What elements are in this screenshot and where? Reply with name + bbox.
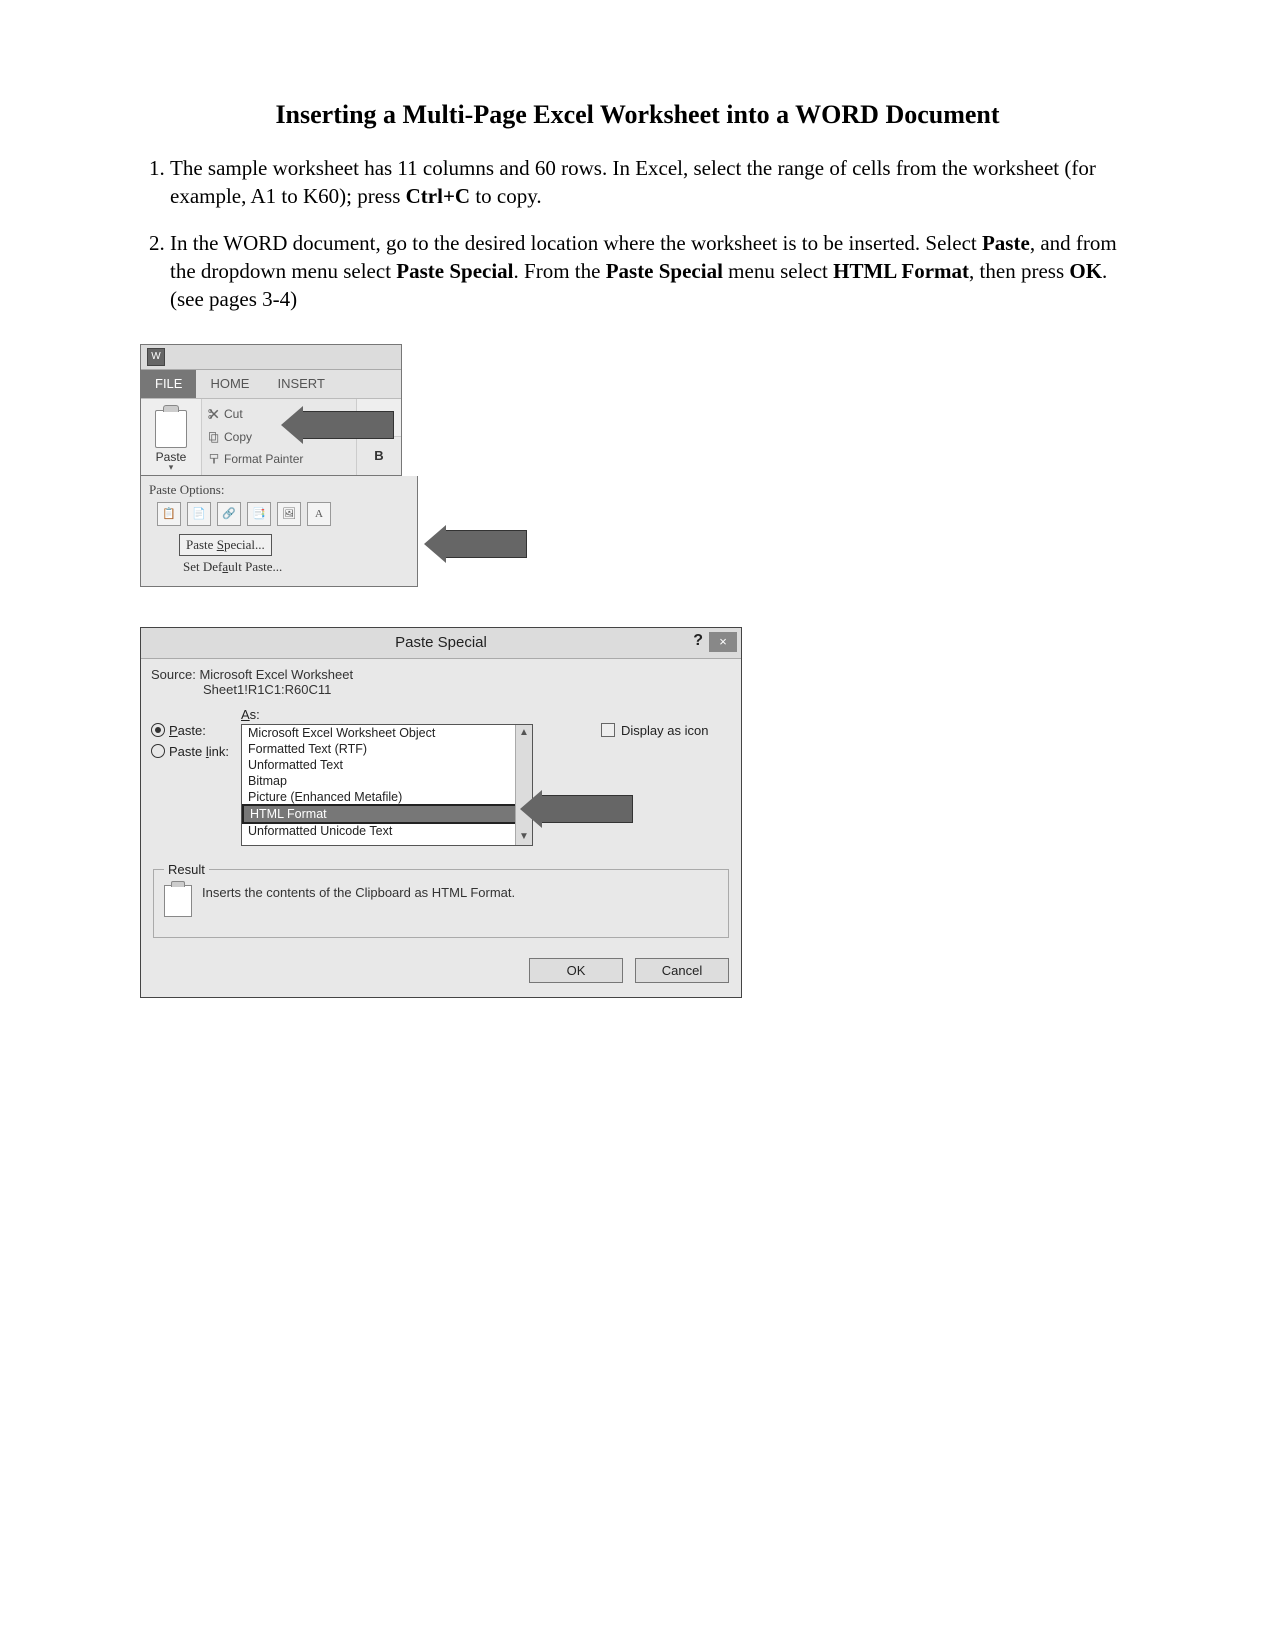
copy-icon [208,431,220,443]
source-label: Source: [151,667,196,682]
paste-icon [155,410,187,448]
paste-dropdown-arrow-icon[interactable]: ▾ [169,462,174,473]
tab-home[interactable]: HOME [196,370,263,398]
cut-label: Cut [224,407,243,421]
set-default-paste-menu-item[interactable]: Set Default Paste... [179,556,409,578]
format-painter-button[interactable]: Format Painter [208,452,350,466]
checkbox-unchecked-icon [601,723,615,737]
step-1: The sample worksheet has 11 columns and … [170,154,1145,211]
as-column: As: Microsoft Excel Worksheet Object For… [241,707,593,846]
list-item[interactable]: Bitmap [242,773,532,789]
tab-insert[interactable]: INSERT [263,370,338,398]
dialog-titlebar: Paste Special ? × [141,628,741,659]
format-listbox[interactable]: Microsoft Excel Worksheet Object Formatt… [241,724,533,846]
bold-button[interactable]: B [357,437,401,475]
paste-special-menu-item[interactable]: Paste Special... [179,534,272,556]
radio-paste[interactable]: Paste: [151,723,241,738]
result-group: Result Inserts the contents of the Clipb… [153,862,729,938]
ok-button[interactable]: OK [529,958,623,983]
display-as-icon-label: Display as icon [621,723,708,738]
copy-label: Copy [224,430,252,444]
paste-mode-radios: Paste: Paste link: [151,707,241,765]
list-item[interactable]: Microsoft Excel Worksheet Object [242,725,532,741]
display-as-icon-checkbox[interactable]: Display as icon [601,723,731,738]
paste-option-link-merge-icon[interactable]: 📑 [247,502,271,526]
tab-file[interactable]: FILE [141,370,196,398]
ribbon-titlebar: W [141,345,401,370]
dialog-help-button[interactable]: ? [693,632,703,650]
dialog-button-row: OK Cancel [141,948,741,997]
scissors-icon [208,408,220,420]
paste-options-title: Paste Options: [149,482,409,498]
source-line2: Sheet1!R1C1:R60C11 [203,682,331,697]
page-title: Inserting a Multi-Page Excel Worksheet i… [130,100,1145,130]
format-painter-icon [208,453,220,465]
dialog-close-button[interactable]: × [709,632,737,652]
dialog-right-options: Display as icon [593,707,731,738]
clipboard-group: Cut Copy Format Painter [202,399,356,475]
annotation-arrow-icon [541,795,633,823]
step-2: In the WORD document, go to the desired … [170,229,1145,314]
word-ribbon: W FILE HOME INSERT Paste ▾ [140,344,402,476]
list-item[interactable]: Formatted Text (RTF) [242,741,532,757]
ribbon-main: Paste ▾ Cut Copy [141,398,401,475]
paste-option-merge-icon[interactable]: 📄 [187,502,211,526]
list-item[interactable]: Picture (Enhanced Metafile) [242,789,532,805]
instruction-list: The sample worksheet has 11 columns and … [130,154,1145,314]
dialog-body: Source: Microsoft Excel Worksheet Sheet1… [141,659,741,948]
paste-options-icons: 📋 📄 🔗 📑 🖼 A [149,502,409,526]
document-page: { "title": "Inserting a Multi-Page Excel… [0,0,1275,1098]
scroll-up-icon[interactable]: ▲ [516,725,532,741]
cancel-button[interactable]: Cancel [635,958,729,983]
result-legend: Result [164,862,209,877]
paste-button[interactable]: Paste ▾ [141,399,202,475]
paste-option-text-only-icon[interactable]: A [307,502,331,526]
paste-special-dialog: Paste Special ? × Source: Microsoft Exce… [140,627,742,998]
word-app-icon: W [147,348,165,366]
source-line1: Microsoft Excel Worksheet [199,667,353,682]
paste-option-picture-icon[interactable]: 🖼 [277,502,301,526]
list-item[interactable]: Unformatted Unicode Text [242,823,532,839]
paste-option-keep-source-icon[interactable]: 📋 [157,502,181,526]
radio-paste-link[interactable]: Paste link: [151,744,241,759]
result-text: Inserts the contents of the Clipboard as… [202,885,515,900]
dialog-source: Source: Microsoft Excel Worksheet Sheet1… [151,667,731,697]
ribbon-tabs: FILE HOME INSERT [141,370,401,398]
annotation-arrow-icon [445,530,527,558]
radio-checked-icon [151,723,165,737]
format-painter-label: Format Painter [224,452,303,466]
annotation-arrow-icon [302,411,394,439]
list-item[interactable]: Unformatted Text [242,757,532,773]
paste-dropdown-panel: Paste Options: 📋 📄 🔗 📑 🖼 A Paste Special… [140,476,418,587]
list-item-selected[interactable]: HTML Format [242,804,532,824]
ribbon-figure: W FILE HOME INSERT Paste ▾ [130,344,530,587]
paste-option-link-source-icon[interactable]: 🔗 [217,502,241,526]
as-label: As: [241,707,593,722]
radio-unchecked-icon [151,744,165,758]
scroll-down-icon[interactable]: ▼ [516,829,532,845]
clipboard-result-icon [164,885,192,917]
dialog-title: Paste Special [395,634,487,651]
